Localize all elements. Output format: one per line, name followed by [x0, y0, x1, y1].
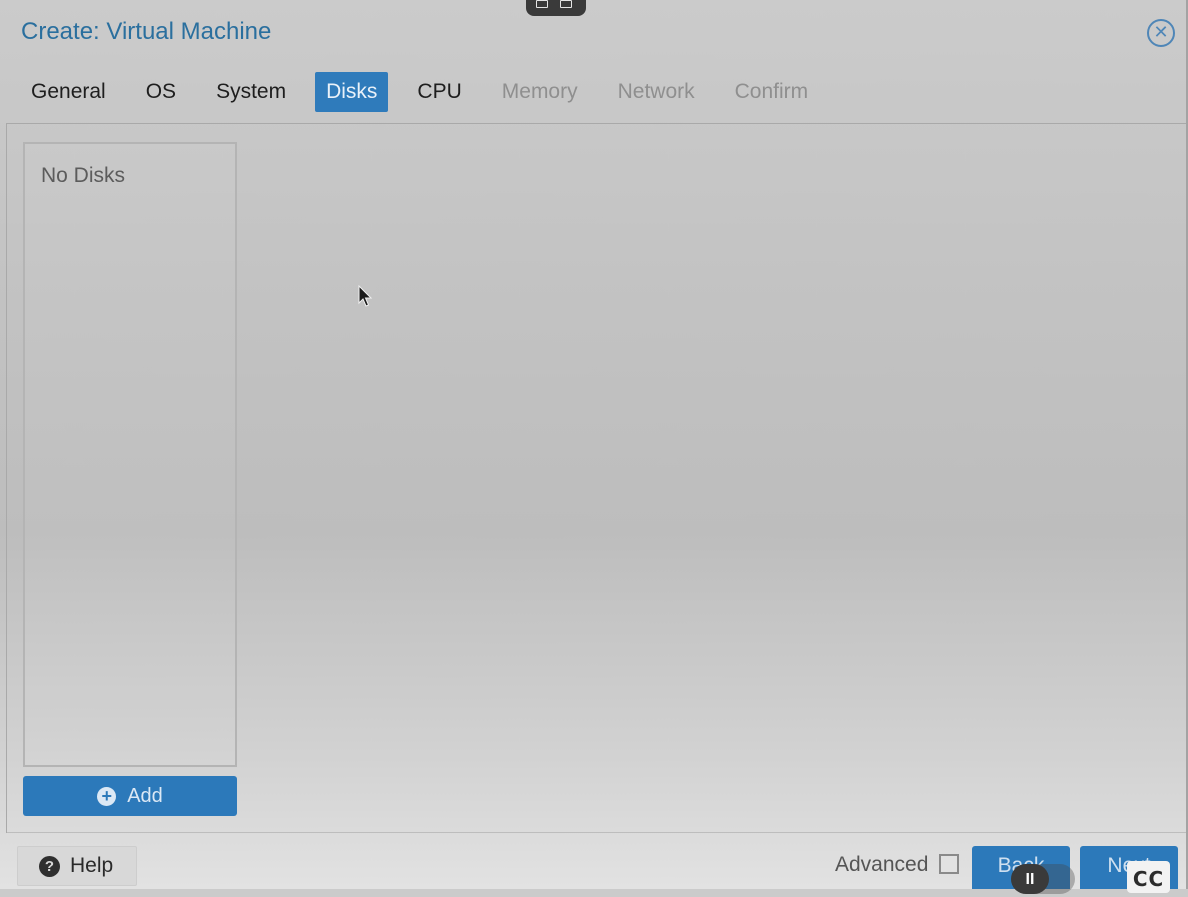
disk-list[interactable]: No Disks: [23, 142, 237, 767]
tab-divider: [7, 123, 1188, 124]
tab-system[interactable]: System: [205, 72, 297, 112]
plus-circle-icon: +: [97, 786, 117, 806]
help-button[interactable]: ? Help: [17, 846, 137, 886]
pause-icon: II: [1011, 864, 1049, 894]
advanced-label: Advanced: [835, 853, 929, 876]
close-icon[interactable]: ✕: [1147, 19, 1175, 47]
video-pause-toggle[interactable]: II: [1011, 864, 1075, 894]
tab-network: Network: [617, 80, 695, 103]
closed-captions-button[interactable]: CC: [1127, 861, 1170, 893]
tab-general[interactable]: General: [20, 72, 117, 112]
tab-memory: Memory: [501, 80, 578, 103]
tab-disks[interactable]: Disks: [315, 72, 389, 112]
dialog-title: Create: Virtual Machine: [21, 18, 272, 45]
footer-divider: [7, 832, 1188, 833]
picture-in-picture-icon[interactable]: [536, 0, 548, 8]
question-circle-icon: ?: [39, 855, 60, 877]
add-button-label: Add: [127, 784, 163, 807]
video-overlay-toolbar[interactable]: [526, 0, 586, 16]
wizard-tabbar: General OS System Disks CPU Memory Netwo…: [20, 72, 837, 112]
mouse-cursor-icon: [358, 285, 373, 307]
panel-left-edge: [6, 123, 7, 833]
tab-cpu[interactable]: CPU: [406, 72, 472, 112]
edit-sparkle-icon[interactable]: [560, 0, 572, 8]
tab-confirm: Confirm: [734, 80, 809, 103]
help-button-label: Help: [70, 854, 114, 877]
disk-list-empty-text: No Disks: [41, 164, 126, 187]
add-disk-button[interactable]: + Add: [23, 776, 237, 816]
advanced-checkbox[interactable]: [939, 854, 959, 874]
create-vm-dialog: Create: Virtual Machine ✕ General OS Sys…: [0, 0, 1188, 894]
tab-os[interactable]: OS: [135, 72, 187, 112]
